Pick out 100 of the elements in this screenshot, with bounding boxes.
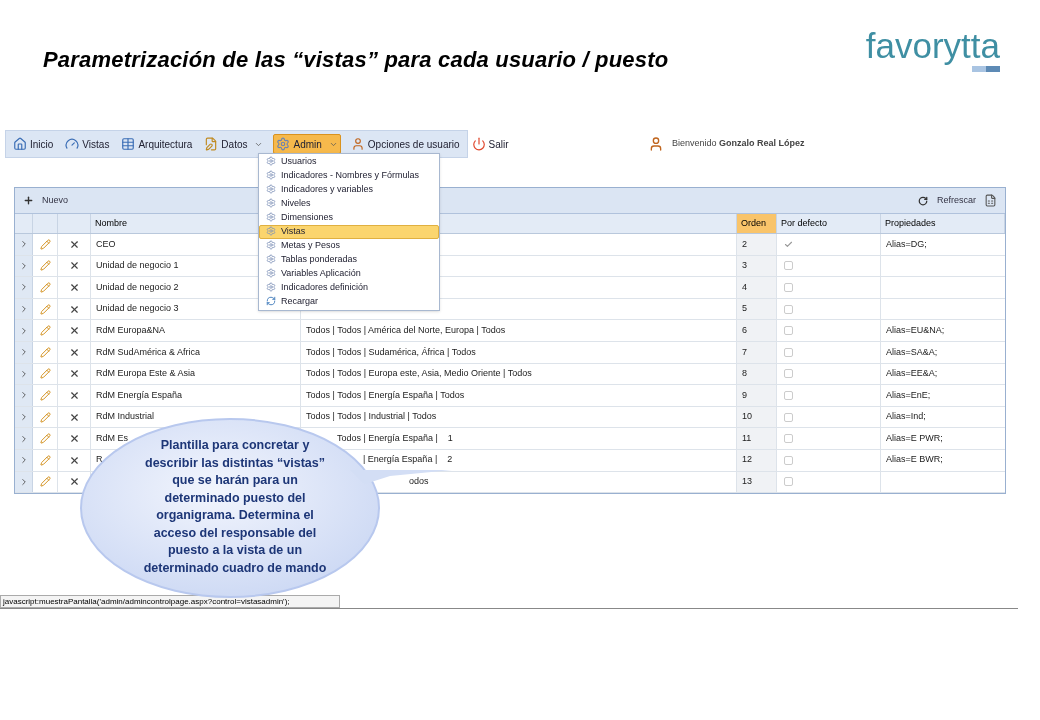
note-icon (204, 137, 219, 151)
delete-icon[interactable] (68, 325, 80, 337)
pencil-icon[interactable] (39, 282, 51, 293)
delete-icon[interactable] (68, 238, 80, 250)
table-cell: R (96, 453, 103, 467)
checkbox[interactable] (784, 455, 793, 465)
delete-icon[interactable] (68, 346, 80, 358)
table-cell-text: Alias=E PWR; (886, 431, 943, 445)
menu-item[interactable]: Recargar (259, 295, 439, 309)
gear-icon (266, 282, 276, 292)
table-icon (121, 137, 136, 151)
gear-icon (266, 226, 276, 236)
toolbar-button[interactable]: Inicio (11, 134, 56, 154)
new-button[interactable]: Nuevo (23, 193, 68, 208)
table-cell-text: RdM Es (96, 431, 128, 445)
delete-icon[interactable] (68, 260, 80, 272)
table-cell: odos (409, 475, 429, 489)
delete-icon[interactable] (68, 282, 80, 293)
delete-icon[interactable] (68, 476, 80, 488)
table-cell-text: 6 (742, 323, 747, 337)
menu-item[interactable]: Indicadores definición (259, 281, 439, 295)
pencil-icon[interactable] (39, 303, 51, 315)
checkbox[interactable] (784, 261, 793, 271)
pencil-icon[interactable] (39, 476, 51, 488)
table-cell: 3 (742, 259, 747, 273)
gear-icon (266, 254, 276, 264)
delete-icon[interactable] (68, 433, 80, 445)
refresh-button[interactable]: Refrescar (918, 193, 976, 208)
delete-icon[interactable] (68, 454, 80, 466)
pencil-icon[interactable] (39, 389, 51, 401)
menu-item[interactable]: Variables Aplicación (259, 267, 439, 281)
delete-icon[interactable] (68, 389, 80, 401)
column-header[interactable]: Orden (737, 214, 777, 233)
spreadsheet-icon[interactable] (984, 194, 997, 207)
table-cell: Todos | Todos | Europa este, Asia, Medio Oriente | Todos (306, 367, 532, 381)
table-cell-text: 1 (447, 431, 453, 445)
table-cell: Alias=EE&A; (886, 367, 938, 381)
table-cell: 10 (742, 410, 752, 424)
table-cell: 12 (742, 453, 752, 467)
pencil-icon[interactable] (39, 346, 51, 358)
checkbox[interactable] (784, 283, 793, 292)
toolbar-button[interactable]: Vistas (63, 134, 112, 154)
table-cell: RdM Industrial (96, 410, 155, 424)
pencil-icon[interactable] (39, 411, 51, 423)
menu-item[interactable]: Niveles (259, 197, 439, 211)
column-header[interactable]: Por defecto (777, 214, 881, 233)
user-icon (350, 137, 365, 151)
menu-item[interactable]: Indicadores - Nombres y Fórmulas (259, 169, 439, 183)
menu-item[interactable]: Metas y Pesos (259, 239, 439, 253)
table-cell-text: Alias=EnE; (886, 388, 931, 402)
table-cell: Unidad de negocio 1 (96, 259, 179, 273)
gear-icon (266, 170, 276, 180)
table-cell: Alias=E BWR; (886, 453, 943, 467)
table-cell-text: Todos | Energía España | (337, 431, 438, 445)
column-header[interactable]: Propiedades (881, 214, 1005, 233)
pencil-icon[interactable] (39, 433, 51, 445)
checkbox[interactable] (784, 347, 793, 357)
table-cell-text: Alias=DG; (886, 237, 927, 251)
checkbox[interactable] (784, 412, 793, 422)
table-cell: | Energía España | (363, 453, 438, 467)
table-cell-text: 9 (742, 388, 747, 402)
checkbox[interactable] (784, 434, 793, 444)
pencil-icon[interactable] (39, 238, 51, 250)
checkbox[interactable] (784, 239, 793, 249)
checkbox[interactable] (784, 369, 793, 379)
table-cell: Todos | Todos | Sudamérica, África | Todos (306, 345, 476, 359)
table-cell-text: 2 (742, 237, 747, 251)
gear-icon (276, 137, 291, 151)
plus-icon (23, 195, 34, 206)
welcome-text: Bienvenido Gonzalo Real López (672, 137, 805, 151)
pencil-icon[interactable] (39, 325, 51, 337)
table-cell-text: 4 (742, 280, 747, 294)
pencil-icon[interactable] (39, 260, 51, 272)
table-cell-text: Alias=EU&NA; (886, 323, 945, 337)
checkbox[interactable] (784, 390, 793, 400)
menu-item[interactable]: Vistas (259, 225, 439, 239)
table-cell-text: RdM Energía España (96, 388, 183, 402)
toolbar-button[interactable]: Datos (202, 134, 266, 154)
toolbar-button[interactable]: Admin (273, 134, 341, 154)
avatar-icon (648, 136, 664, 152)
table-cell-text: RdM Europa&NA (96, 323, 166, 337)
table-cell: Unidad de negocio 3 (96, 302, 179, 316)
toolbar-button[interactable]: Salir (469, 134, 511, 154)
callout-text: Plantilla para concretar y describir las distintas “vistas” que se harán para un determinado puesto del organigrama. Determina el acceso del responsable del puesto a la vista de un determinado cuadro de mando (142, 437, 328, 577)
menu-item[interactable]: Tablas ponderadas (259, 253, 439, 267)
checkbox[interactable] (784, 477, 793, 487)
delete-icon[interactable] (68, 411, 80, 423)
toolbar-button[interactable]: Arquitectura (119, 134, 195, 154)
table-cell: Todos | Todos | Industrial | Todos (306, 410, 437, 424)
pencil-icon[interactable] (39, 368, 51, 380)
menu-item[interactable]: Usuarios (259, 155, 439, 169)
checkbox[interactable] (784, 304, 793, 314)
table-cell: 2 (447, 453, 453, 467)
menu-item[interactable]: Indicadores y variables (259, 183, 439, 197)
delete-icon[interactable] (68, 368, 80, 380)
table-cell-text: Unidad de negocio 2 (96, 280, 179, 294)
pencil-icon[interactable] (39, 454, 51, 466)
checkbox[interactable] (784, 326, 793, 336)
toolbar-button[interactable]: Opciones de usuario (348, 134, 462, 154)
delete-icon[interactable] (68, 303, 80, 315)
